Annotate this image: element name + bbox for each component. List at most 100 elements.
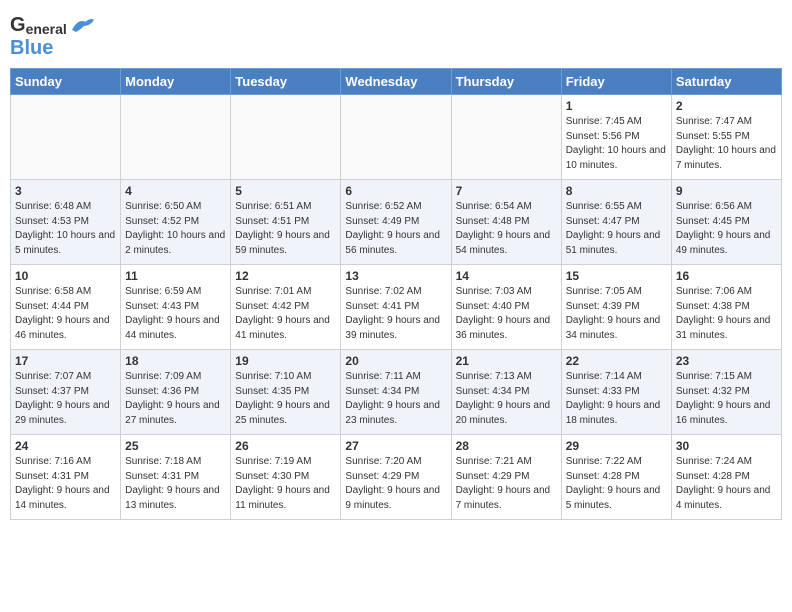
day-info: Sunrise: 7:15 AM Sunset: 4:32 PM Dayligh… bbox=[676, 370, 777, 428]
day-info: Sunrise: 7:20 AM Sunset: 4:29 PM Dayligh… bbox=[345, 455, 446, 513]
day-number: 20 bbox=[345, 354, 446, 368]
day-number: 25 bbox=[125, 439, 226, 453]
calendar-cell: 29 Sunrise: 7:22 AM Sunset: 4:28 PM Dayli… bbox=[561, 435, 671, 520]
calendar-cell: 30 Sunrise: 7:24 AM Sunset: 4:28 PM Dayli… bbox=[671, 435, 781, 520]
day-number: 11 bbox=[125, 269, 226, 283]
calendar-week-2: 3 Sunrise: 6:48 AM Sunset: 4:53 PM Daylig… bbox=[11, 180, 782, 265]
day-number: 29 bbox=[566, 439, 667, 453]
day-number: 2 bbox=[676, 99, 777, 113]
calendar-cell: 25Sunrise: 7:18 AM Sunset: 4:31 PM Dayli… bbox=[121, 435, 231, 520]
day-info: Sunrise: 7:02 AM Sunset: 4:41 PM Dayligh… bbox=[345, 285, 446, 343]
calendar-header-row: SundayMondayTuesdayWednesdayThursdayFrid… bbox=[11, 69, 782, 95]
calendar-cell: 19 Sunrise: 7:10 AM Sunset: 4:35 PM Dayli… bbox=[231, 350, 341, 435]
weekday-header-monday: Monday bbox=[121, 69, 231, 95]
logo-general-g: G bbox=[10, 14, 26, 37]
logo-blue-text: Blue bbox=[10, 37, 53, 60]
day-number: 3 bbox=[15, 184, 116, 198]
day-info: Sunrise: 7:06 AM Sunset: 4:38 PM Dayligh… bbox=[676, 285, 777, 343]
calendar-cell: 9 Sunrise: 6:56 AM Sunset: 4:45 PM Daylig… bbox=[671, 180, 781, 265]
calendar-cell: 27 Sunrise: 7:20 AM Sunset: 4:29 PM Dayli… bbox=[341, 435, 451, 520]
calendar-week-4: 17Sunrise: 7:07 AM Sunset: 4:37 PM Dayli… bbox=[11, 350, 782, 435]
day-info: Sunrise: 6:54 AM Sunset: 4:48 PM Dayligh… bbox=[456, 200, 557, 258]
day-number: 14 bbox=[456, 269, 557, 283]
day-number: 27 bbox=[345, 439, 446, 453]
day-number: 28 bbox=[456, 439, 557, 453]
day-info: Sunrise: 7:10 AM Sunset: 4:35 PM Dayligh… bbox=[235, 370, 336, 428]
weekday-header-wednesday: Wednesday bbox=[341, 69, 451, 95]
day-number: 10 bbox=[15, 269, 116, 283]
day-number: 23 bbox=[676, 354, 777, 368]
weekday-header-sunday: Sunday bbox=[11, 69, 121, 95]
calendar-cell: 24Sunrise: 7:16 AM Sunset: 4:31 PM Dayli… bbox=[11, 435, 121, 520]
weekday-header-saturday: Saturday bbox=[671, 69, 781, 95]
weekday-header-thursday: Thursday bbox=[451, 69, 561, 95]
day-info: Sunrise: 6:52 AM Sunset: 4:49 PM Dayligh… bbox=[345, 200, 446, 258]
day-info: Sunrise: 7:07 AM Sunset: 4:37 PM Dayligh… bbox=[15, 370, 116, 428]
day-info: Sunrise: 7:16 AM Sunset: 4:31 PM Dayligh… bbox=[15, 455, 116, 513]
weekday-header-tuesday: Tuesday bbox=[231, 69, 341, 95]
calendar-cell: 6 Sunrise: 6:52 AM Sunset: 4:49 PM Daylig… bbox=[341, 180, 451, 265]
day-number: 15 bbox=[566, 269, 667, 283]
day-number: 30 bbox=[676, 439, 777, 453]
day-info: Sunrise: 7:11 AM Sunset: 4:34 PM Dayligh… bbox=[345, 370, 446, 428]
day-info: Sunrise: 6:56 AM Sunset: 4:45 PM Dayligh… bbox=[676, 200, 777, 258]
calendar-cell: 26 Sunrise: 7:19 AM Sunset: 4:30 PM Dayli… bbox=[231, 435, 341, 520]
day-info: Sunrise: 6:48 AM Sunset: 4:53 PM Dayligh… bbox=[15, 200, 116, 258]
calendar-cell: 15 Sunrise: 7:05 AM Sunset: 4:39 PM Dayli… bbox=[561, 265, 671, 350]
calendar-cell: 2 Sunrise: 7:47 AM Sunset: 5:55 PM Daylig… bbox=[671, 95, 781, 180]
day-info: Sunrise: 7:24 AM Sunset: 4:28 PM Dayligh… bbox=[676, 455, 777, 513]
calendar-cell: 21Sunrise: 7:13 AM Sunset: 4:34 PM Dayli… bbox=[451, 350, 561, 435]
calendar-cell: 7 Sunrise: 6:54 AM Sunset: 4:48 PM Daylig… bbox=[451, 180, 561, 265]
calendar-cell: 12Sunrise: 7:01 AM Sunset: 4:42 PM Dayli… bbox=[231, 265, 341, 350]
day-number: 16 bbox=[676, 269, 777, 283]
day-info: Sunrise: 7:05 AM Sunset: 4:39 PM Dayligh… bbox=[566, 285, 667, 343]
day-info: Sunrise: 7:01 AM Sunset: 4:42 PM Dayligh… bbox=[235, 285, 336, 343]
calendar-cell: 8 Sunrise: 6:55 AM Sunset: 4:47 PM Daylig… bbox=[561, 180, 671, 265]
calendar-cell: 20 Sunrise: 7:11 AM Sunset: 4:34 PM Dayli… bbox=[341, 350, 451, 435]
day-number: 26 bbox=[235, 439, 336, 453]
calendar-cell: 5 Sunrise: 6:51 AM Sunset: 4:51 PM Daylig… bbox=[231, 180, 341, 265]
day-info: Sunrise: 7:45 AM Sunset: 5:56 PM Dayligh… bbox=[566, 115, 667, 173]
logo-bird-icon bbox=[70, 16, 96, 34]
calendar-cell: 14 Sunrise: 7:03 AM Sunset: 4:40 PM Dayli… bbox=[451, 265, 561, 350]
calendar-cell: 10Sunrise: 6:58 AM Sunset: 4:44 PM Dayli… bbox=[11, 265, 121, 350]
day-info: Sunrise: 6:50 AM Sunset: 4:52 PM Dayligh… bbox=[125, 200, 226, 258]
calendar-cell: 23 Sunrise: 7:15 AM Sunset: 4:32 PM Dayli… bbox=[671, 350, 781, 435]
day-info: Sunrise: 7:03 AM Sunset: 4:40 PM Dayligh… bbox=[456, 285, 557, 343]
calendar-cell: 13Sunrise: 7:02 AM Sunset: 4:41 PM Dayli… bbox=[341, 265, 451, 350]
calendar-cell: 28 Sunrise: 7:21 AM Sunset: 4:29 PM Dayli… bbox=[451, 435, 561, 520]
day-info: Sunrise: 7:09 AM Sunset: 4:36 PM Dayligh… bbox=[125, 370, 226, 428]
calendar-week-5: 24Sunrise: 7:16 AM Sunset: 4:31 PM Dayli… bbox=[11, 435, 782, 520]
calendar-cell bbox=[341, 95, 451, 180]
day-number: 6 bbox=[345, 184, 446, 198]
calendar-cell: 16 Sunrise: 7:06 AM Sunset: 4:38 PM Dayli… bbox=[671, 265, 781, 350]
day-number: 4 bbox=[125, 184, 226, 198]
day-number: 18 bbox=[125, 354, 226, 368]
day-number: 9 bbox=[676, 184, 777, 198]
day-number: 8 bbox=[566, 184, 667, 198]
day-info: Sunrise: 7:22 AM Sunset: 4:28 PM Dayligh… bbox=[566, 455, 667, 513]
day-info: Sunrise: 7:19 AM Sunset: 4:30 PM Dayligh… bbox=[235, 455, 336, 513]
calendar-cell: 18 Sunrise: 7:09 AM Sunset: 4:36 PM Dayli… bbox=[121, 350, 231, 435]
calendar-cell bbox=[451, 95, 561, 180]
day-info: Sunrise: 6:55 AM Sunset: 4:47 PM Dayligh… bbox=[566, 200, 667, 258]
logo-general-rest: eneral bbox=[26, 21, 67, 37]
calendar-cell: 1 Sunrise: 7:45 AM Sunset: 5:56 PM Daylig… bbox=[561, 95, 671, 180]
day-info: Sunrise: 7:47 AM Sunset: 5:55 PM Dayligh… bbox=[676, 115, 777, 173]
day-number: 21 bbox=[456, 354, 557, 368]
day-info: Sunrise: 7:21 AM Sunset: 4:29 PM Dayligh… bbox=[456, 455, 557, 513]
day-number: 7 bbox=[456, 184, 557, 198]
weekday-header-friday: Friday bbox=[561, 69, 671, 95]
day-info: Sunrise: 6:59 AM Sunset: 4:43 PM Dayligh… bbox=[125, 285, 226, 343]
logo: G eneral Blue bbox=[10, 10, 96, 60]
calendar-cell: 11 Sunrise: 6:59 AM Sunset: 4:43 PM Dayli… bbox=[121, 265, 231, 350]
calendar-cell: 4 Sunrise: 6:50 AM Sunset: 4:52 PM Daylig… bbox=[121, 180, 231, 265]
calendar-table: SundayMondayTuesdayWednesdayThursdayFrid… bbox=[10, 68, 782, 520]
calendar-cell bbox=[11, 95, 121, 180]
day-info: Sunrise: 6:51 AM Sunset: 4:51 PM Dayligh… bbox=[235, 200, 336, 258]
calendar-week-3: 10Sunrise: 6:58 AM Sunset: 4:44 PM Dayli… bbox=[11, 265, 782, 350]
day-number: 5 bbox=[235, 184, 336, 198]
day-number: 1 bbox=[566, 99, 667, 113]
calendar-cell: 17Sunrise: 7:07 AM Sunset: 4:37 PM Dayli… bbox=[11, 350, 121, 435]
day-number: 19 bbox=[235, 354, 336, 368]
